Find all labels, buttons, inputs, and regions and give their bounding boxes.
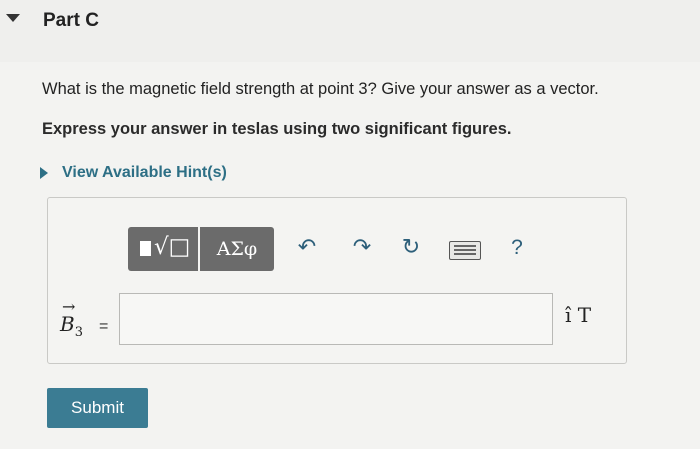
view-hints-link[interactable]: View Available Hint(s) [40,164,227,182]
answer-instruction: Express your answer in teslas using two … [42,120,512,138]
greek-symbols-button[interactable]: ΑΣφ [200,227,274,271]
hint-label: View Available Hint(s) [62,164,227,181]
answer-input[interactable] [119,293,553,345]
redo-icon[interactable]: ↷ [347,233,377,263]
unit-vector-i-hat: î [565,303,572,327]
part-title: Part C [43,10,99,31]
unit-tesla: T [577,303,592,327]
variable-subscript: 3 [74,325,83,340]
submit-button[interactable]: Submit [47,388,148,428]
templates-button[interactable]: √□ [128,227,198,271]
vector-arrow-icon: → [62,297,76,316]
undo-icon[interactable]: ↶ [292,233,322,263]
answer-variable-label: → B3 [60,297,83,340]
reset-icon[interactable]: ↻ [396,233,426,263]
question-text: What is the magnetic field strength at p… [42,80,599,98]
part-header: Part C [0,0,700,62]
hint-caret-icon [40,167,48,179]
collapse-caret-icon[interactable] [6,14,20,22]
template-placeholder-icon [140,241,151,256]
unit-label: î T [565,303,591,327]
keyboard-icon[interactable] [449,241,481,260]
fraction-sqrt-template-icon: √□ [154,234,191,260]
equals-sign: = [99,318,109,335]
help-button[interactable]: ? [505,233,529,263]
